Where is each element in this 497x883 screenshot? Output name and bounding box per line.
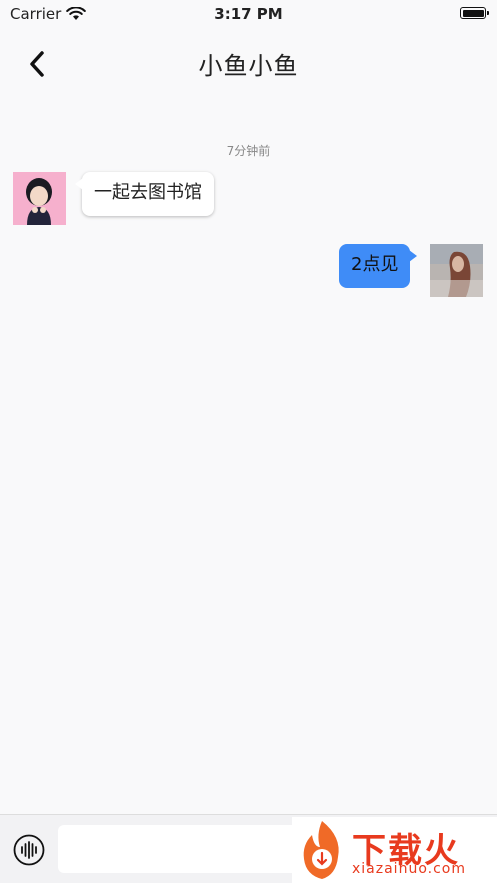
navigation-bar: 小鱼小鱼 <box>0 30 497 96</box>
message-text: 一起去图书馆 <box>94 182 202 203</box>
avatar[interactable] <box>13 172 66 225</box>
chat-area[interactable]: 7分钟前 一起去图书馆 2点见 <box>0 96 497 814</box>
battery-icon <box>460 7 489 19</box>
status-bar: Carrier 3:17 PM <box>0 0 497 30</box>
message-text: 2点见 <box>351 254 399 275</box>
message-bubble-received[interactable]: 一起去图书馆 <box>75 172 214 216</box>
voice-waveform-icon <box>13 834 45 866</box>
clock: 3:17 PM <box>214 5 283 23</box>
page-title: 小鱼小鱼 <box>198 52 299 80</box>
watermark-url: xiazaihuo.com <box>352 861 466 877</box>
avatar[interactable] <box>430 244 483 297</box>
voice-button[interactable] <box>13 834 45 866</box>
watermark: 下载火 xiazaihuo.com <box>292 817 497 883</box>
message-timestamp: 7分钟前 <box>226 144 271 158</box>
flame-logo-icon <box>303 821 339 879</box>
message-bubble-sent[interactable]: 2点见 <box>339 244 418 288</box>
